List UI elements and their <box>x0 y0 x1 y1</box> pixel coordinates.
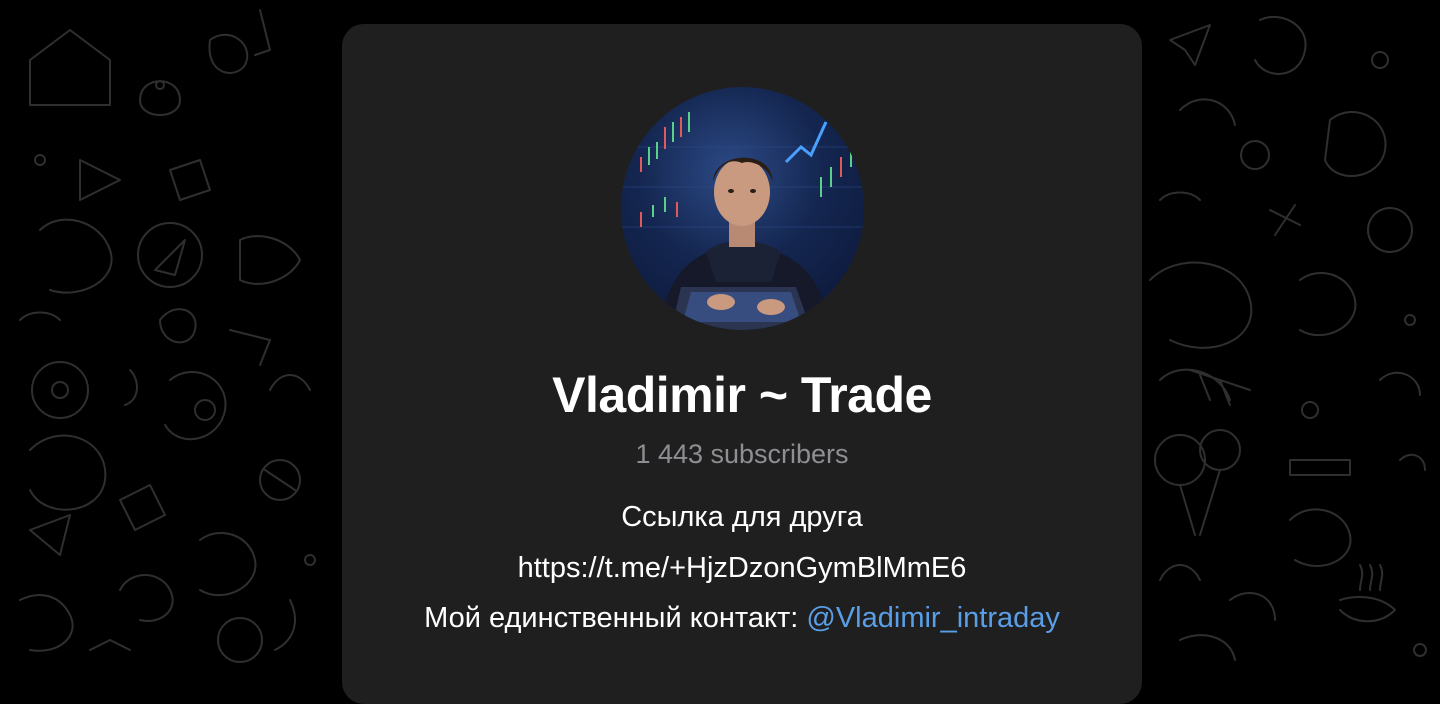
channel-title: Vladimir ~ Trade <box>552 367 932 423</box>
subscriber-count: 1 443 subscribers <box>635 439 849 469</box>
invite-link[interactable]: https://t.me/+HjzDzonGymBlMmE6 <box>342 552 1142 585</box>
channel-avatar[interactable] <box>621 87 864 330</box>
channel-avatar-image <box>621 112 864 330</box>
contact-mention-link[interactable]: @Vladimir_intraday <box>806 602 1059 634</box>
contact-label: Мой единственный контакт: <box>424 602 807 634</box>
description-contact-line: Мой единственный контакт: @Vladimir_intr… <box>342 602 1142 635</box>
description-line-1: Ссылка для друга <box>621 501 863 533</box>
channel-info-card: Vladimir ~ Trade 1 443 subscribers Ссылк… <box>342 24 1142 704</box>
